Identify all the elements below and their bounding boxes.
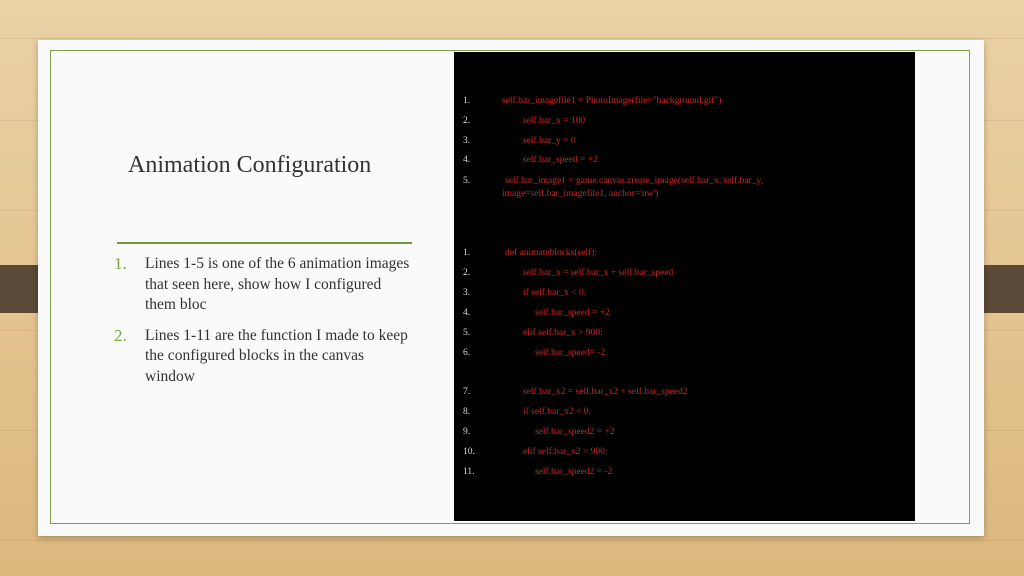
line-number: 3. — [463, 288, 471, 298]
code-text: if self.bar_x2 < 0: — [523, 407, 592, 417]
code-text: image=self.bar_imagefile1, anchor='nw') — [502, 189, 659, 199]
code-text: self.bar_speed2 = -2 — [535, 467, 613, 477]
code-text: self.bar_speed= -2 — [535, 348, 606, 358]
code-text: self.bar_speed = +2 — [535, 308, 610, 318]
line-number: 7. — [463, 387, 471, 397]
line-number: 3. — [463, 136, 471, 146]
bullet-text: Lines 1-11 are the function I made to ke… — [145, 326, 408, 385]
line-number: 8. — [463, 407, 471, 417]
bullet-text: Lines 1-5 is one of the 6 animation imag… — [145, 255, 410, 313]
line-number: 10. — [463, 447, 475, 457]
bullet-item: 1. Lines 1-5 is one of the 6 animation i… — [114, 254, 414, 316]
code-text: self.bar_x = self.bar_x + self.bar_speed — [523, 268, 674, 278]
code-block: 1. self.bar_imagefile1 = PhotoImage(file… — [454, 52, 915, 521]
code-text: self.bar_x = 100 — [523, 116, 586, 126]
title-divider — [117, 242, 412, 244]
line-number: 1. — [463, 248, 471, 258]
line-number: 5. — [463, 176, 471, 186]
line-number: 2. — [463, 268, 471, 278]
line-number: 4. — [463, 155, 471, 165]
line-number: 1. — [463, 96, 471, 106]
slide-title: Animation Configuration — [128, 152, 372, 178]
line-number: 4. — [463, 308, 471, 318]
line-number: 11. — [463, 467, 475, 477]
code-text: if self.bar_x < 0: — [523, 288, 587, 298]
code-text: self.bar_y = 0 — [523, 136, 576, 146]
line-number: 9. — [463, 427, 471, 437]
line-number: 6. — [463, 348, 471, 358]
code-text: self.bar_speed = +2 — [523, 155, 598, 165]
code-text: self.bar_speed2 = +2 — [535, 427, 615, 437]
code-text: def animateblocks(self): — [505, 248, 598, 258]
bullet-number: 1. — [114, 254, 127, 273]
code-text: elif self.bar_x > 900: — [523, 328, 603, 338]
bullet-list: 1. Lines 1-5 is one of the 6 animation i… — [114, 254, 414, 397]
line-number: 5. — [463, 328, 471, 338]
code-text: self.bar_imagefile1 = PhotoImage(file="b… — [502, 96, 722, 106]
bullet-item: 2. Lines 1-11 are the function I made to… — [114, 326, 414, 388]
line-number: 2. — [463, 116, 471, 126]
code-text: self.bar_x2 = self.bar_x2 + self.bar_spe… — [523, 387, 688, 397]
code-text: self.bar_image1 = game.canvas.create_ima… — [505, 176, 763, 186]
bullet-number: 2. — [114, 325, 127, 345]
code-text: elif self.bar_x2 > 900: — [523, 447, 608, 457]
